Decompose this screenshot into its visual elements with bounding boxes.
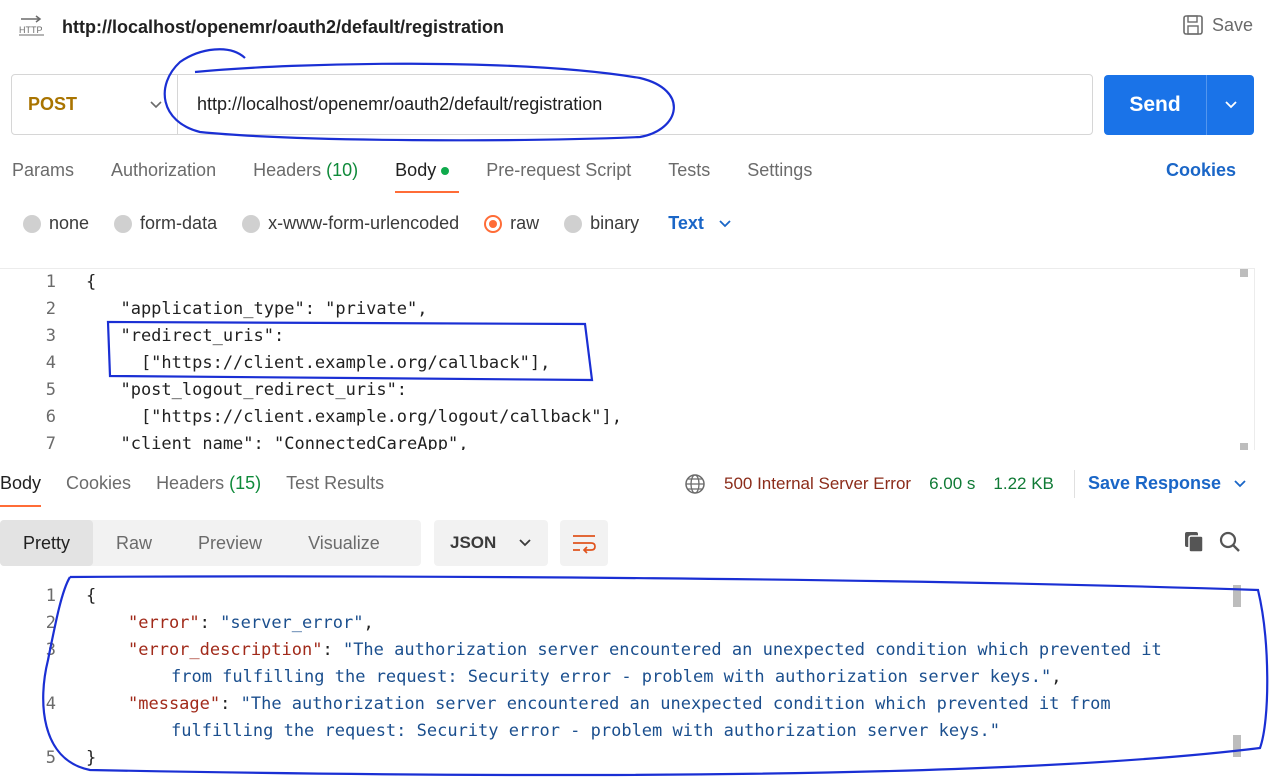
radio-raw[interactable]: raw xyxy=(484,213,539,234)
code-line: 7 "client_name": "ConnectedCareApp", xyxy=(45,434,469,450)
globe-icon[interactable] xyxy=(684,473,706,495)
code-line: 2 "application_type": "private", xyxy=(45,299,428,319)
scrollbar-thumb[interactable] xyxy=(1233,735,1241,757)
response-meta: 500 Internal Server Error 6.00 s 1.22 KB xyxy=(684,473,1054,495)
view-tab-visualize[interactable]: Visualize xyxy=(285,520,403,566)
status-code[interactable]: 500 Internal Server Error xyxy=(724,474,911,494)
scrollbar-thumb[interactable] xyxy=(1240,443,1248,450)
search-icon[interactable] xyxy=(1218,530,1242,559)
tab-authorization[interactable]: Authorization xyxy=(111,160,216,181)
chevron-down-icon xyxy=(519,539,531,547)
response-headers-count: (15) xyxy=(229,473,262,493)
save-label: Save xyxy=(1211,14,1253,35)
code-line: 2 "error": "server_error", xyxy=(45,613,374,633)
method-label: POST xyxy=(28,94,78,114)
save-button[interactable]: Save xyxy=(1182,14,1253,36)
chevron-down-icon xyxy=(719,219,731,227)
url-bar: POST http://localhost/openemr/oauth2/def… xyxy=(11,74,1093,135)
radio-binary[interactable]: binary xyxy=(564,213,639,234)
format-select[interactable]: Text xyxy=(668,213,732,234)
save-icon xyxy=(1183,15,1203,35)
chevron-down-icon xyxy=(150,100,162,108)
request-title: http://localhost/openemr/oauth2/default/… xyxy=(62,17,505,37)
view-tab-raw[interactable]: Raw xyxy=(93,520,175,566)
response-format-select[interactable]: JSON xyxy=(434,520,548,566)
radio-circle xyxy=(242,214,261,233)
divider xyxy=(1074,470,1075,498)
tab-response-cookies[interactable]: Cookies xyxy=(66,473,131,494)
tab-response-headers[interactable]: Headers (15) xyxy=(156,473,261,494)
send-label: Send xyxy=(1129,93,1181,116)
tab-response-body[interactable]: Body xyxy=(0,473,42,507)
code-line: 4 "message": "The authorization server en… xyxy=(45,694,1111,714)
svg-text:HTTP: HTTP xyxy=(19,25,43,35)
chevron-down-icon xyxy=(1224,101,1237,109)
copy-icon[interactable] xyxy=(1182,530,1206,559)
tab-params[interactable]: Params xyxy=(12,160,74,181)
send-options-button[interactable] xyxy=(1206,75,1254,135)
radio-form-data[interactable]: form-data xyxy=(114,213,217,234)
radio-circle xyxy=(564,214,583,233)
code-line: 1{ xyxy=(45,586,97,606)
tab-pre-request-script[interactable]: Pre-request Script xyxy=(486,160,631,181)
tab-body[interactable]: Body xyxy=(395,160,460,193)
headers-count: (10) xyxy=(326,160,359,180)
view-tab-preview[interactable]: Preview xyxy=(175,520,285,566)
request-body-editor[interactable]: 1{ 2 "application_type": "private", 3 "r… xyxy=(0,268,1255,450)
code-line: from fulfilling the request: Security er… xyxy=(171,667,1062,687)
code-line: 5 "post_logout_redirect_uris": xyxy=(45,380,408,400)
body-indicator-dot xyxy=(441,167,450,176)
response-view-tabs: Pretty Raw Preview Visualize xyxy=(0,520,421,566)
code-line: 3 "error_description": "The authorization… xyxy=(45,640,1162,660)
tab-settings[interactable]: Settings xyxy=(747,160,812,181)
code-line: 4 ["https://client.example.org/callback"… xyxy=(45,353,551,373)
code-line: fulfilling the request: Security error -… xyxy=(171,721,1001,741)
response-tabs: Body Cookies Headers (15) Test Results xyxy=(0,473,409,507)
wrap-lines-button[interactable] xyxy=(560,520,608,566)
send-button[interactable]: Send xyxy=(1104,75,1254,135)
cookies-link[interactable]: Cookies xyxy=(1166,160,1236,181)
method-select[interactable]: POST xyxy=(12,75,178,134)
response-time[interactable]: 6.00 s xyxy=(929,474,975,494)
http-icon: HTTP xyxy=(18,15,46,37)
url-input[interactable]: http://localhost/openemr/oauth2/default/… xyxy=(178,75,1092,134)
scrollbar-thumb[interactable] xyxy=(1240,269,1248,277)
code-line: 3 "redirect_uris": xyxy=(45,326,285,346)
body-type-group: none form-data x-www-form-urlencoded raw… xyxy=(23,213,732,234)
radio-none[interactable]: none xyxy=(23,213,89,234)
response-size[interactable]: 1.22 KB xyxy=(993,474,1054,494)
request-tabs: Params Authorization Headers (10) Body P… xyxy=(12,160,849,193)
code-line: 6 ["https://client.example.org/logout/ca… xyxy=(45,407,622,427)
tab-test-results[interactable]: Test Results xyxy=(286,473,384,494)
code-line: 5} xyxy=(45,748,97,768)
tab-headers[interactable]: Headers (10) xyxy=(253,160,358,181)
save-response-button[interactable]: Save Response xyxy=(1088,473,1247,494)
radio-x-www-form-urlencoded[interactable]: x-www-form-urlencoded xyxy=(242,213,459,234)
radio-circle xyxy=(23,214,41,233)
scrollbar-thumb[interactable] xyxy=(1233,585,1241,607)
tab-tests[interactable]: Tests xyxy=(668,160,710,181)
chevron-down-icon xyxy=(1234,479,1246,487)
code-line: 1{ xyxy=(45,272,97,292)
wrap-icon xyxy=(573,535,596,554)
radio-circle xyxy=(484,214,503,233)
view-tab-pretty[interactable]: Pretty xyxy=(0,520,94,566)
radio-circle xyxy=(114,214,133,233)
response-body-viewer[interactable]: 1{ 2 "error": "server_error", 3 "error_des… xyxy=(0,583,1255,781)
